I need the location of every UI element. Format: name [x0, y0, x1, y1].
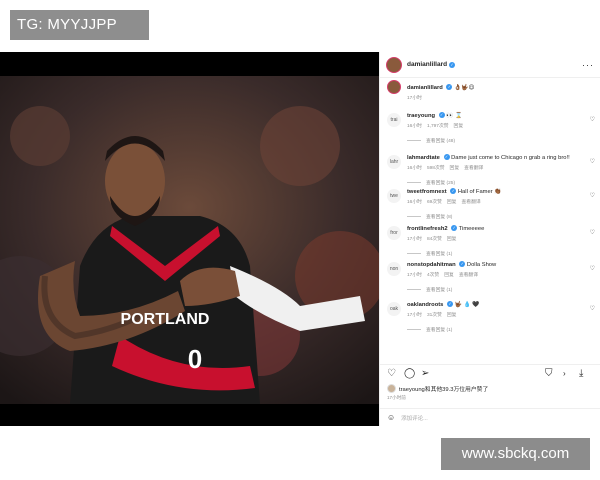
reply-button[interactable]: 回复 [444, 273, 454, 278]
instagram-post: PORTLAND 0 damianlillard ✓ ··· damianlil… [0, 52, 600, 426]
comment-time: 16小时 [407, 166, 422, 171]
caption-time: 17小时 [407, 96, 422, 101]
emoji-icon[interactable]: ☺ [387, 413, 395, 422]
player-photo: PORTLAND 0 [0, 76, 379, 404]
view-replies-button[interactable]: 查看回复 (1) [407, 286, 585, 293]
comment-likes[interactable]: 4次赞 [427, 273, 439, 278]
post-image[interactable]: PORTLAND 0 [0, 52, 379, 426]
likes-summary[interactable]: traeyoung和其他39.3万位用户赞了 [387, 384, 488, 393]
commenter-avatar[interactable]: trai [387, 113, 401, 127]
comment-item: lahr lahmardtate ✓ Dame just come to Chic… [380, 154, 600, 186]
commenter-avatar[interactable]: lahr [387, 155, 401, 169]
translate-button[interactable]: 查看翻译 [459, 273, 478, 278]
comment-time: 17小时 [407, 237, 422, 242]
commenter-username[interactable]: oaklandroots [407, 302, 443, 308]
comment-text: Hall of Famer 👏🏾 [457, 189, 502, 195]
watermark-bottom: www.sbckq.com [441, 438, 590, 470]
add-comment-bar: ☺ 添加评论... [380, 408, 600, 426]
author-avatar[interactable] [386, 56, 402, 73]
comment-item: oak oaklandroots ✓ 🤟🏾 💧 🖤 17小时 31次赞 回复查看回复 (… [380, 301, 600, 333]
verified-badge-icon: ✓ [450, 188, 457, 195]
comment-time: 17小时 [407, 273, 422, 278]
commenter-avatar[interactable]: fror [387, 226, 401, 240]
post-header: damianlillard ✓ ··· [380, 52, 600, 78]
caption-text: 👌🏾🤟🏾😌 [454, 85, 475, 91]
comment-item: non nonstopdahitman ✓ Dolla Show 17小时 4次赞 回复… [380, 261, 600, 293]
comment-like-heart-icon[interactable]: ♡ [590, 158, 595, 165]
verified-badge-icon: ✓ [443, 154, 450, 161]
comment-likes[interactable]: 598次赞 [427, 166, 445, 171]
author-username[interactable]: damianlillard [407, 61, 447, 68]
heart-icon[interactable]: ♡ [387, 369, 396, 379]
reply-button[interactable]: 回复 [447, 200, 457, 205]
commenter-avatar[interactable]: oak [387, 302, 401, 316]
comment-text: 👀 ⌛ [446, 113, 463, 119]
comment-text: Dolla Show [466, 262, 497, 268]
commenter-username[interactable]: traeyoung [407, 113, 435, 119]
jersey-team: PORTLAND [121, 311, 210, 328]
next-arrow-icon[interactable]: › [563, 369, 566, 379]
watermark-top: TG: MYYJJPP [10, 10, 149, 40]
comment-like-heart-icon[interactable]: ♡ [590, 305, 595, 312]
post-side-panel: damianlillard ✓ ··· damianlillard ✓ 👌🏾🤟🏾… [379, 52, 600, 426]
comment-time: 17小时 [407, 313, 422, 318]
likes-text: traeyoung和其他39.3万位用户赞了 [399, 387, 489, 393]
comment-like-heart-icon[interactable]: ♡ [590, 265, 595, 272]
caption-username[interactable]: damianlillard [407, 85, 443, 91]
bookmark-icon[interactable]: ⛉ [545, 369, 553, 379]
view-replies-button[interactable]: 查看回复 (1) [407, 250, 585, 257]
view-replies-button[interactable]: 查看回复 (48) [407, 137, 585, 144]
commenter-avatar[interactable]: twe [387, 189, 401, 203]
comment-item: twe tweetfromnext ✓ Hall of Famer 👏🏾 16小时 6… [380, 188, 600, 220]
comment-time: 16小时 [407, 124, 422, 129]
comment-time: 16小时 [407, 200, 422, 205]
view-replies-button[interactable]: 查看回复 (25) [407, 179, 585, 186]
action-bar: ♡ ◯ ➢ ⛉ › ⤓ [380, 364, 600, 382]
comment-text: Dame just come to Chicago n grab a ring … [451, 155, 570, 161]
verified-badge-icon: ✓ [446, 84, 453, 91]
commenter-username[interactable]: lahmardtate [407, 155, 440, 161]
verified-badge-icon: ✓ [459, 261, 466, 268]
comments-list: damianlillard ✓ 👌🏾🤟🏾😌 17小时 trai traeyoung… [380, 79, 600, 361]
comment-likes[interactable]: 31次赞 [427, 313, 442, 318]
caption: damianlillard ✓ 👌🏾🤟🏾😌 17小时 [380, 79, 600, 113]
commenter-username[interactable]: frontlinefresh2 [407, 226, 448, 232]
commenter-username[interactable]: nonstopdahitman [407, 262, 456, 268]
comment-likes[interactable]: 1,797次赞 [427, 124, 449, 129]
comment-text: Timeeeee [458, 226, 485, 232]
commenter-avatar[interactable]: non [387, 262, 401, 276]
verified-badge-icon: ✓ [438, 112, 445, 119]
translate-button[interactable]: 查看翻译 [464, 166, 483, 171]
comment-likes[interactable]: 69次赞 [427, 200, 442, 205]
caption-avatar[interactable] [387, 80, 401, 94]
verified-badge-icon: ✓ [449, 61, 456, 68]
comment-item: trai traeyoung ✓ 👀 ⌛ 16小时 1,797次赞 回复查看回复 (48… [380, 112, 600, 144]
more-options-icon[interactable]: ··· [582, 60, 594, 70]
view-replies-button[interactable]: 查看回复 (1) [407, 326, 585, 333]
liker-avatar [387, 384, 396, 393]
translate-button[interactable]: 查看翻译 [461, 200, 480, 205]
download-icon[interactable]: ⤓ [579, 369, 583, 379]
commenter-username[interactable]: tweetfromnext [407, 189, 447, 195]
post-date: 17小时前 [387, 395, 406, 400]
add-comment-input[interactable]: 添加评论... [401, 414, 428, 422]
reply-button[interactable]: 回复 [447, 237, 457, 242]
comment-text: 🤟🏾 💧 🖤 [454, 302, 480, 308]
reply-button[interactable]: 回复 [450, 166, 460, 171]
comment-likes[interactable]: 84次赞 [427, 237, 442, 242]
verified-badge-icon: ✓ [451, 225, 458, 232]
comment-like-heart-icon[interactable]: ♡ [590, 116, 595, 123]
reply-button[interactable]: 回复 [454, 124, 464, 129]
comment-item: fror frontlinefresh2 ✓ Timeeeee 17小时 84次赞 回复… [380, 225, 600, 257]
send-icon[interactable]: ➢ [421, 369, 429, 379]
jersey-number: 0 [188, 344, 202, 374]
verified-badge-icon: ✓ [447, 301, 454, 308]
comment-like-heart-icon[interactable]: ♡ [590, 192, 595, 199]
comment-like-heart-icon[interactable]: ♡ [590, 229, 595, 236]
view-replies-button[interactable]: 查看回复 (8) [407, 213, 585, 220]
comment-icon[interactable]: ◯ [404, 369, 415, 379]
reply-button[interactable]: 回复 [447, 313, 457, 318]
